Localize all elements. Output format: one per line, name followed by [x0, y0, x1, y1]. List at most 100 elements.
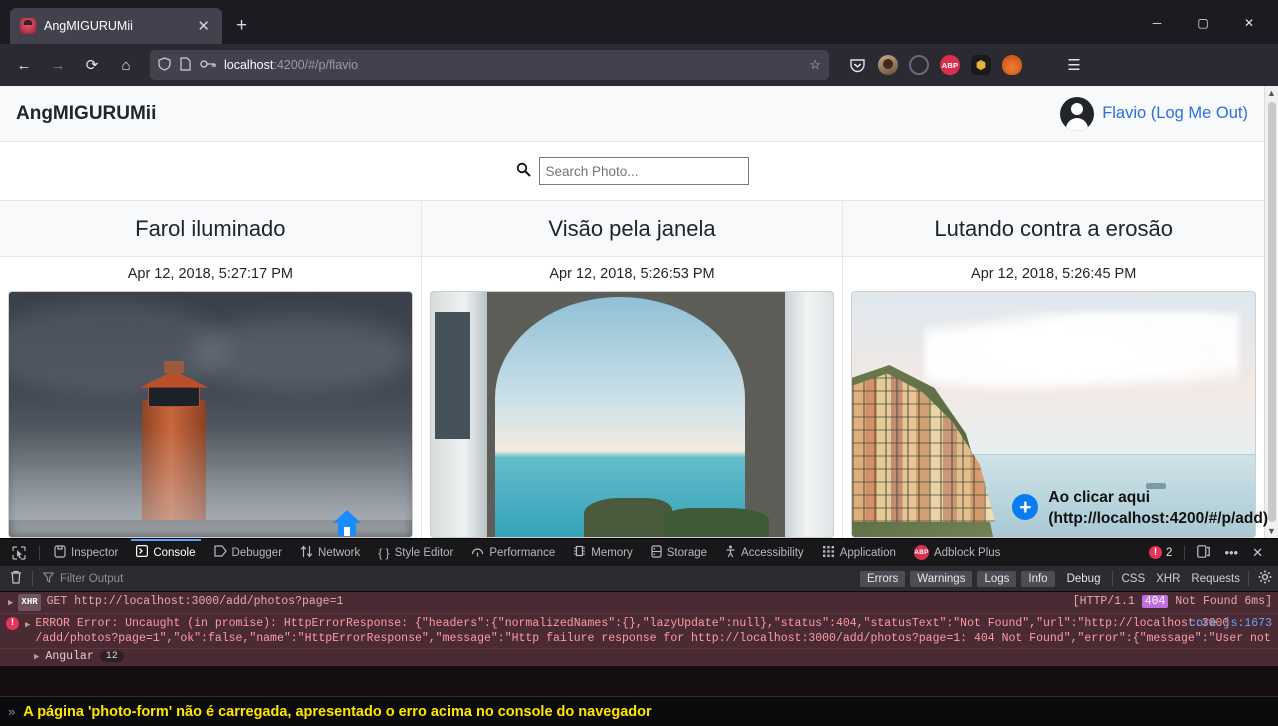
- devtools-tab-performance[interactable]: Performance: [462, 539, 564, 566]
- page-info-icon[interactable]: [180, 56, 191, 74]
- expand-arrow-icon[interactable]: ▶: [6, 594, 18, 611]
- gear-icon[interactable]: [1254, 570, 1272, 587]
- console-stack-row[interactable]: ▶ Angular 12: [0, 649, 1278, 666]
- console-error-row[interactable]: ! ▶ ERROR Error: Uncaught (in promise): …: [0, 614, 1278, 649]
- devtools-tab-adblock-plus[interactable]: ABP Adblock Plus: [905, 539, 1009, 566]
- filter-errors-button[interactable]: Errors: [859, 570, 906, 587]
- plus-icon[interactable]: +: [1012, 494, 1039, 521]
- xhr-tag: XHR: [18, 594, 41, 611]
- lighthouse-storm-photo[interactable]: [8, 291, 413, 538]
- status-suffix: Not Found 6ms]: [1168, 595, 1272, 608]
- photo-title: Farol iluminado: [0, 201, 421, 257]
- devtools-tab-application[interactable]: Application: [813, 539, 905, 566]
- shield-icon[interactable]: [158, 56, 171, 74]
- status-prefix: [HTTP/1.1: [1072, 595, 1142, 608]
- status-code-404: 404: [1141, 595, 1169, 608]
- home-button[interactable]: ⌂: [110, 50, 142, 80]
- error-icon: !: [1149, 546, 1163, 559]
- url-text[interactable]: localhost:4200/#/p/flavio: [224, 58, 801, 72]
- devtools-tab-console[interactable]: Console: [127, 539, 204, 566]
- filter-debug-button[interactable]: Debug: [1060, 571, 1108, 587]
- storage-icon: [651, 544, 662, 561]
- scroll-down-arrow[interactable]: ▼: [1267, 524, 1276, 538]
- network-icon: [300, 545, 313, 561]
- dock-icon[interactable]: [1190, 544, 1217, 561]
- key-icon[interactable]: [200, 58, 216, 73]
- filter-warnings-button[interactable]: Warnings: [910, 570, 973, 587]
- devtools-tab-bar: Inspector Console Debugger Network {} S…: [0, 539, 1278, 566]
- devtools-tab-inspector[interactable]: Inspector: [45, 539, 127, 566]
- logout-link[interactable]: Flavio (Log Me Out): [1102, 104, 1248, 123]
- bookmark-star-icon[interactable]: ☆: [809, 57, 821, 73]
- gold-extension-icon[interactable]: ⬢: [971, 55, 991, 75]
- devtools-tab-accessibility[interactable]: Accessibility: [716, 539, 813, 566]
- filter-xhr-button[interactable]: XHR: [1153, 573, 1183, 585]
- error-source-link[interactable]: core.js:1673: [1181, 616, 1272, 631]
- devtools-tab-memory[interactable]: Memory: [564, 539, 642, 566]
- application-icon: [822, 545, 835, 561]
- close-devtools-icon[interactable]: ✕: [1245, 545, 1270, 561]
- circle-extension-icon[interactable]: [909, 55, 929, 75]
- metamask-fox-icon[interactable]: [1002, 55, 1022, 75]
- tab-title: AngMIGURUMii: [44, 19, 133, 33]
- page-scrollbar[interactable]: ▲ ▼: [1264, 86, 1278, 538]
- new-tab-button[interactable]: +: [236, 15, 247, 37]
- accessibility-icon: [725, 545, 736, 561]
- devtools-tab-label: Debugger: [231, 546, 283, 559]
- debugger-icon: [213, 545, 227, 560]
- filter-placeholder: Filter Output: [60, 572, 124, 585]
- url-bar[interactable]: localhost:4200/#/p/flavio ☆: [150, 50, 829, 80]
- close-window-button[interactable]: ✕: [1226, 8, 1272, 38]
- search-icon: [516, 162, 531, 181]
- scrollbar-thumb[interactable]: [1267, 102, 1276, 522]
- console-output[interactable]: ▶ XHR GET http://localhost:3000/add/phot…: [0, 592, 1278, 696]
- clear-console-icon[interactable]: [6, 570, 26, 587]
- element-picker-icon[interactable]: [4, 545, 34, 560]
- stone-arch-sea-photo[interactable]: [429, 291, 835, 538]
- error-message-line-1: ERROR Error: Uncaught (in promise): Http…: [35, 617, 1230, 630]
- browser-tab[interactable]: AngMIGURUMii ✕: [10, 8, 222, 44]
- adblock-plus-icon[interactable]: ABP: [940, 55, 960, 75]
- devtools-tab-debugger[interactable]: Debugger: [205, 539, 292, 566]
- scroll-up-arrow[interactable]: ▲: [1267, 86, 1276, 100]
- filter-info-button[interactable]: Info: [1021, 570, 1055, 587]
- error-count: 2: [1166, 546, 1173, 559]
- more-options-icon[interactable]: •••: [1217, 545, 1245, 560]
- profile-avatar-icon[interactable]: [878, 55, 898, 75]
- error-count-badge[interactable]: ! 2: [1142, 546, 1179, 559]
- devtools-tab-network[interactable]: Network: [291, 539, 369, 566]
- add-photo-annotation: + Ao clicar aqui (http://localhost:4200/…: [1012, 488, 1268, 530]
- filter-css-button[interactable]: CSS: [1118, 573, 1148, 585]
- app-header: AngMIGURUMii Flavio (Log Me Out): [0, 86, 1264, 142]
- pocket-icon[interactable]: [847, 55, 867, 75]
- console-input-row[interactable]: » A página 'photo-form' não é carregada,…: [0, 696, 1278, 726]
- app-menu-icon[interactable]: ☰: [1064, 55, 1084, 75]
- expand-arrow-icon[interactable]: ▶: [34, 652, 39, 662]
- devtools-tab-style-editor[interactable]: { } Style Editor: [369, 539, 462, 566]
- url-host: localhost: [224, 58, 274, 72]
- photo-date: Apr 12, 2018, 5:26:45 PM: [971, 266, 1137, 282]
- devtools-tab-label: Accessibility: [741, 546, 804, 559]
- devtools-tab-label: Application: [839, 546, 896, 559]
- tab-close-icon[interactable]: ✕: [193, 17, 214, 36]
- back-button[interactable]: ←: [8, 50, 40, 80]
- memory-icon: [573, 545, 586, 560]
- photo-card[interactable]: Visão pela janela Apr 12, 2018, 5:26:53 …: [421, 201, 844, 538]
- devtools-panel: Inspector Console Debugger Network {} S…: [0, 538, 1278, 726]
- minimize-button[interactable]: ─: [1134, 8, 1180, 38]
- windows-extension-icon[interactable]: [1033, 55, 1053, 75]
- filter-requests-button[interactable]: Requests: [1188, 573, 1243, 585]
- devtools-tab-storage[interactable]: Storage: [642, 539, 716, 566]
- forward-button[interactable]: →: [42, 50, 74, 80]
- annotation-line-1: Ao clicar aqui: [1048, 489, 1151, 507]
- filter-logs-button[interactable]: Logs: [977, 570, 1017, 587]
- reload-button[interactable]: ⟳: [76, 50, 108, 80]
- expand-arrow-icon[interactable]: ▶: [23, 616, 35, 633]
- console-network-row[interactable]: ▶ XHR GET http://localhost:3000/add/phot…: [0, 592, 1278, 614]
- photo-date: Apr 12, 2018, 5:27:17 PM: [127, 266, 293, 282]
- filter-output-input[interactable]: Filter Output: [39, 571, 124, 586]
- console-input-text[interactable]: A página 'photo-form' não é carregada, a…: [23, 704, 651, 720]
- search-input[interactable]: [538, 157, 749, 185]
- photo-card[interactable]: Farol iluminado Apr 12, 2018, 5:27:17 PM: [0, 201, 422, 538]
- maximize-button[interactable]: ▢: [1180, 8, 1226, 38]
